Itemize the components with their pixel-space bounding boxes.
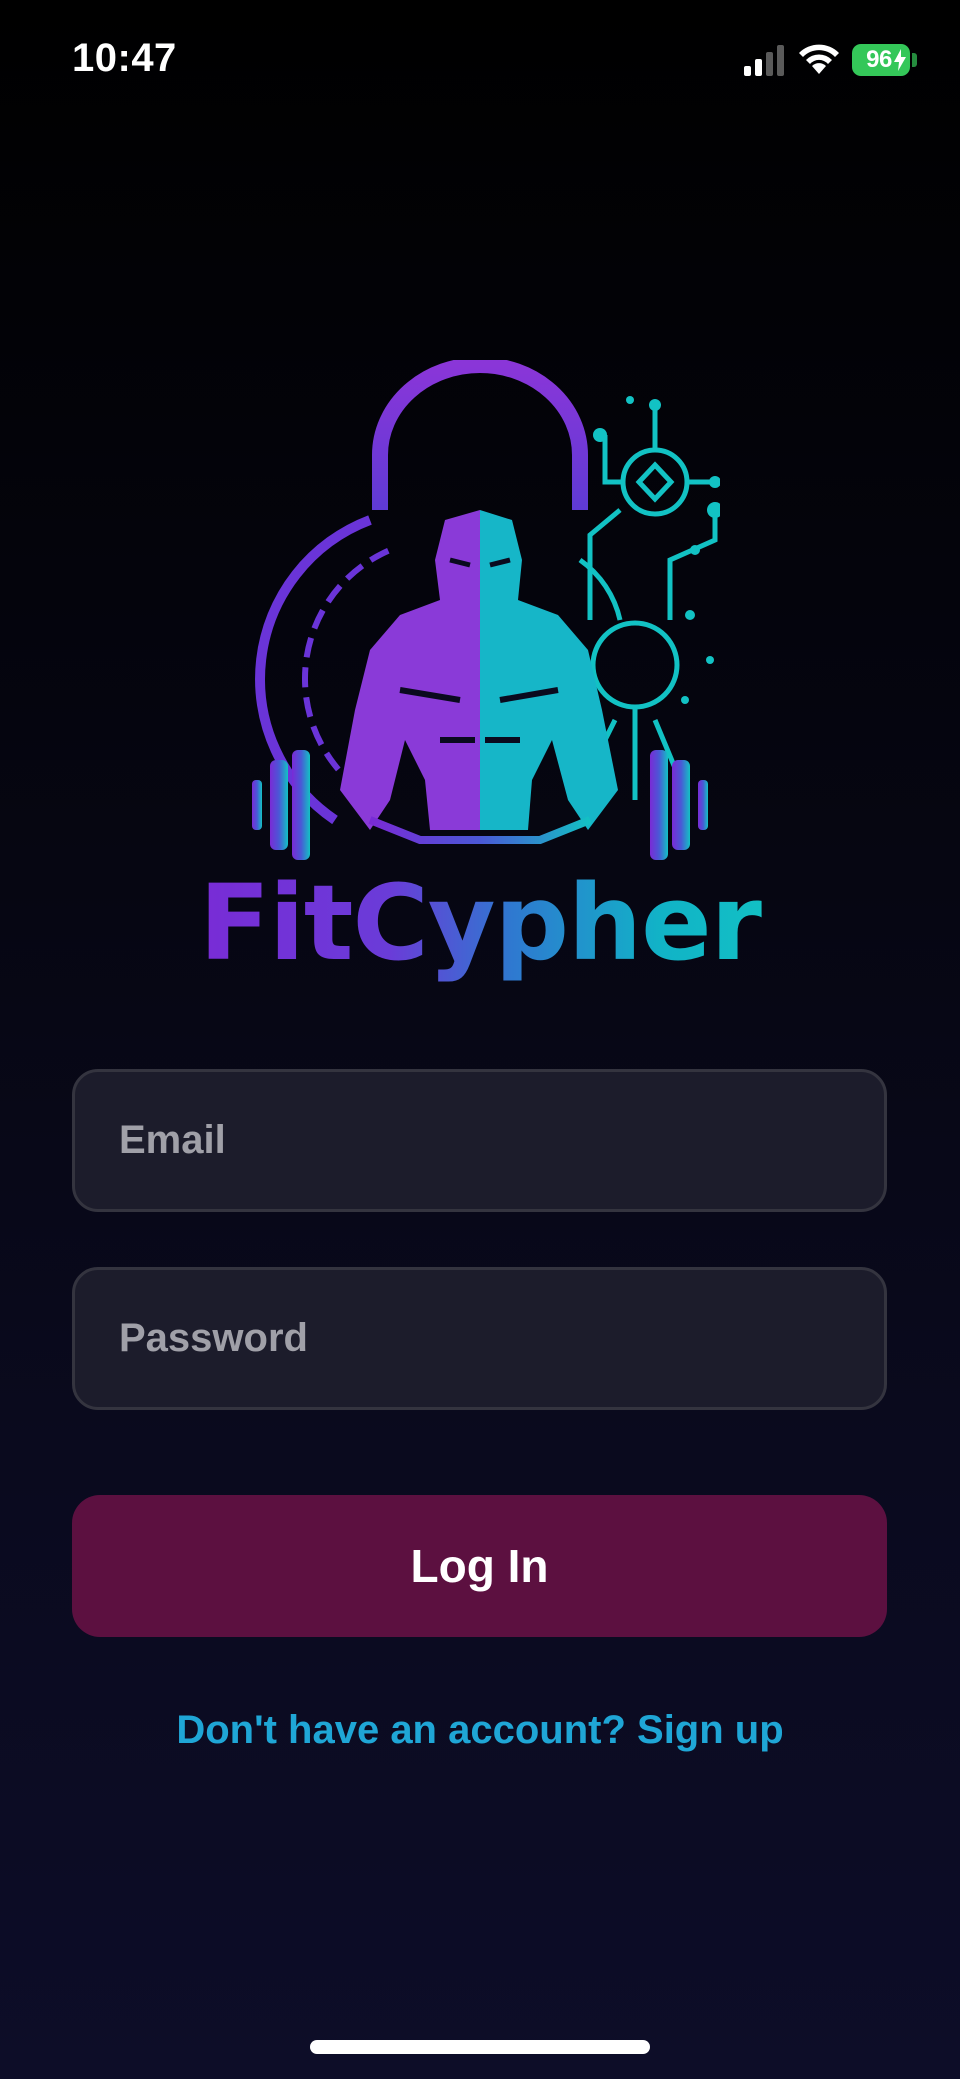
password-input[interactable] — [119, 1316, 884, 1361]
status-time: 10:47 — [72, 36, 177, 80]
login-button[interactable]: Log In — [72, 1495, 887, 1637]
signup-link[interactable]: Don't have an account? Sign up — [0, 1708, 960, 1753]
battery-cap — [912, 53, 917, 67]
battery-icon: 96 — [852, 44, 910, 76]
app-logo — [240, 360, 720, 880]
login-button-label: Log In — [410, 1540, 549, 1592]
status-bar: 10:47 96 — [0, 0, 960, 120]
password-field[interactable] — [72, 1267, 887, 1410]
signal-icon — [744, 45, 784, 76]
email-field[interactable] — [72, 1069, 887, 1212]
battery-percent: 96 — [866, 46, 892, 73]
charging-bolt-icon — [894, 49, 906, 71]
brand-name: FitCypher — [180, 862, 780, 984]
fitcypher-logo-icon — [252, 360, 720, 860]
wifi-icon — [799, 44, 839, 74]
email-input[interactable] — [119, 1118, 884, 1163]
home-indicator[interactable] — [310, 2040, 650, 2054]
